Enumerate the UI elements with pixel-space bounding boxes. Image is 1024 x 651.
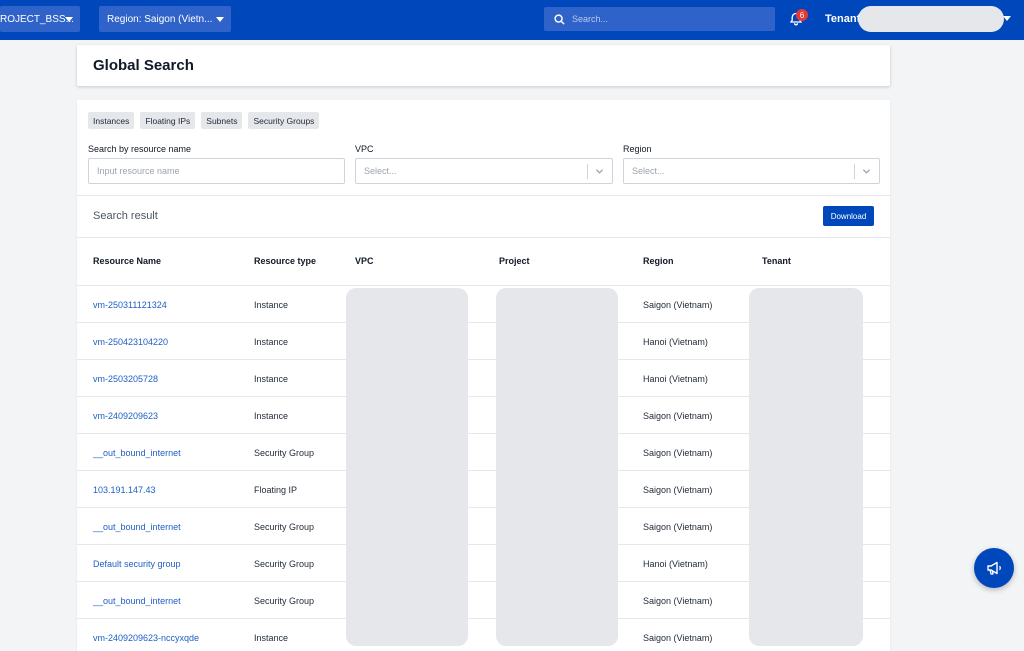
download-button[interactable]: Download	[823, 206, 874, 226]
section-divider	[77, 237, 890, 238]
vpc-label: VPC	[355, 144, 374, 154]
resource-type-cell: Instance	[254, 633, 289, 643]
region-cell: Saigon (Vietnam)	[643, 633, 713, 643]
resource-name-link[interactable]: __out_bound_internet	[93, 596, 181, 606]
resource-type-cell: Instance	[254, 337, 289, 347]
resource-type-cell: Floating IP	[254, 485, 298, 495]
select-divider	[587, 164, 588, 179]
chevron-down-icon	[216, 17, 224, 22]
resource-name-input[interactable]	[97, 166, 344, 176]
chevron-down-icon	[595, 169, 604, 174]
tab-instances[interactable]: Instances	[88, 112, 135, 129]
search-result-title: Search result	[93, 210, 158, 222]
region-cell: Saigon (Vietnam)	[643, 411, 713, 421]
global-search-input[interactable]	[572, 14, 752, 24]
resource-type-tabs: Instances Floating IPs Subnets Security …	[88, 112, 320, 129]
resource-type-cell: Instance	[254, 411, 289, 421]
resource-name-link[interactable]: vm-250423104220	[93, 337, 168, 347]
resource-name-field[interactable]	[88, 158, 345, 184]
column-header-region[interactable]: Region	[643, 256, 674, 266]
notification-badge: 6	[796, 9, 808, 21]
region-select[interactable]: Select...	[623, 158, 880, 184]
search-icon	[554, 13, 565, 25]
vpc-select[interactable]: Select...	[355, 158, 613, 184]
search-panel: Instances Floating IPs Subnets Security …	[77, 100, 890, 651]
chevron-down-icon	[65, 17, 73, 22]
resource-name-link[interactable]: 103.191.147.43	[93, 485, 156, 495]
tab-subnets[interactable]: Subnets	[201, 112, 243, 129]
column-header-project[interactable]: Project	[499, 256, 530, 266]
chevron-down-icon[interactable]	[1003, 16, 1011, 21]
resource-name-link[interactable]: vm-2409209623	[93, 411, 158, 421]
resource-name-label: Search by resource name	[88, 144, 192, 154]
region-cell: Saigon (Vietnam)	[643, 522, 713, 532]
announcement-button[interactable]	[974, 548, 1014, 588]
region-cell: Saigon (Vietnam)	[643, 448, 713, 458]
region-selector[interactable]: Region: Saigon (Vietn...	[99, 6, 231, 32]
region-label: Region	[623, 144, 652, 154]
page-header-card: Global Search	[77, 45, 890, 86]
region-cell: Saigon (Vietnam)	[643, 300, 713, 310]
page-title: Global Search	[93, 57, 194, 74]
top-navigation-bar: ROJECT_BSS... Region: Saigon (Vietn... 6…	[0, 0, 1024, 40]
resource-name-link[interactable]: vm-250311121324	[93, 300, 167, 310]
resource-name-link[interactable]: vm-2503205728	[93, 374, 158, 384]
select-divider	[854, 164, 855, 179]
redacted-project-column	[496, 288, 618, 646]
resource-type-cell: Security Group	[254, 448, 315, 458]
region-cell: Saigon (Vietnam)	[643, 596, 713, 606]
resource-type-cell: Security Group	[254, 559, 315, 569]
section-divider	[77, 195, 890, 196]
vpc-select-value: Select...	[364, 166, 397, 176]
project-selector-label: ROJECT_BSS...	[0, 13, 74, 25]
resource-type-cell: Security Group	[254, 522, 315, 532]
resource-type-cell: Instance	[254, 300, 289, 310]
redacted-tenant-column	[749, 288, 863, 646]
column-header-resource-name[interactable]: Resource Name	[93, 256, 161, 266]
column-header-resource-type[interactable]: Resource type	[254, 256, 316, 266]
resource-type-cell: Security Group	[254, 596, 315, 606]
resource-name-link[interactable]: __out_bound_internet	[93, 448, 181, 458]
chevron-down-icon	[862, 169, 871, 174]
region-select-value: Select...	[632, 166, 665, 176]
resource-name-link[interactable]: __out_bound_internet	[93, 522, 181, 532]
column-header-vpc[interactable]: VPC	[355, 256, 374, 266]
region-cell: Hanoi (Vietnam)	[643, 374, 708, 384]
tab-security-groups[interactable]: Security Groups	[248, 112, 320, 129]
tab-floating-ips[interactable]: Floating IPs	[140, 112, 196, 129]
megaphone-icon	[987, 561, 1001, 575]
resource-type-cell: Instance	[254, 374, 289, 384]
tenant-selector[interactable]	[858, 6, 1004, 32]
resource-name-link[interactable]: vm-2409209623-nccyxqde	[93, 633, 199, 643]
region-cell: Hanoi (Vietnam)	[643, 559, 708, 569]
resource-name-link[interactable]: Default security group	[93, 559, 181, 569]
region-cell: Saigon (Vietnam)	[643, 485, 713, 495]
column-header-tenant[interactable]: Tenant	[762, 256, 791, 266]
redacted-vpc-column	[346, 288, 468, 646]
project-selector[interactable]: ROJECT_BSS...	[0, 6, 80, 32]
global-search-box[interactable]	[544, 7, 775, 31]
region-cell: Hanoi (Vietnam)	[643, 337, 708, 347]
region-selector-label: Region: Saigon (Vietn...	[107, 13, 213, 25]
